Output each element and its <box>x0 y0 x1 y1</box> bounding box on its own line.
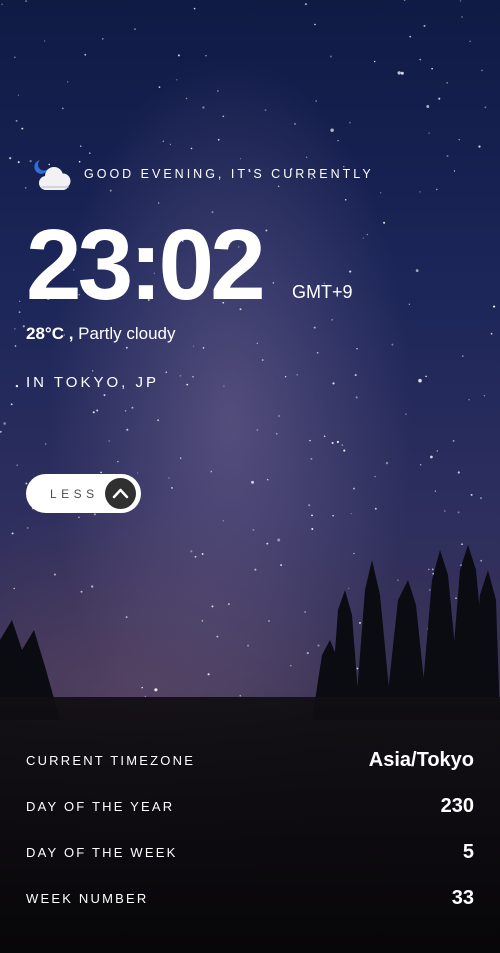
detail-value: 33 <box>451 886 474 909</box>
weather-summary: 28°C , Partly cloudy <box>26 324 176 344</box>
timezone-abbreviation: GMT+9 <box>292 282 353 302</box>
detail-value: Asia/Tokyo <box>368 748 474 771</box>
less-toggle-button[interactable]: LESS <box>26 474 141 513</box>
toggle-arrow-button[interactable] <box>105 478 136 509</box>
weather-description: Partly cloudy <box>78 324 176 343</box>
toggle-label: LESS <box>50 487 99 501</box>
detail-label: DAY OF THE YEAR <box>26 798 175 814</box>
tree-silhouettes <box>0 545 500 720</box>
detail-value: 5 <box>462 840 474 863</box>
chevron-up-icon <box>112 488 129 499</box>
detail-value: 230 <box>440 794 474 817</box>
detail-label: WEEK NUMBER <box>26 890 149 906</box>
detail-row-day-of-week: DAY OF THE WEEK 5 <box>26 837 474 867</box>
greeting-text: GOOD EVENING, IT'S CURRENTLY <box>84 167 374 181</box>
detail-label: DAY OF THE WEEK <box>26 844 178 860</box>
greeting-row: GOOD EVENING, IT'S CURRENTLY <box>32 154 374 194</box>
detail-row-week-number: WEEK NUMBER 33 <box>26 883 474 913</box>
details-panel: CURRENT TIMEZONE Asia/Tokyo DAY OF THE Y… <box>0 697 500 953</box>
detail-label: CURRENT TIMEZONE <box>26 752 196 768</box>
detail-row-timezone: CURRENT TIMEZONE Asia/Tokyo <box>26 745 474 775</box>
location-label: IN TOKYO, JP <box>26 374 159 391</box>
current-time: 23:02 <box>26 209 266 321</box>
moon-cloud-icon <box>34 160 71 190</box>
detail-row-day-of-year: DAY OF THE YEAR 230 <box>26 791 474 821</box>
temperature: 28°C , <box>26 324 74 343</box>
